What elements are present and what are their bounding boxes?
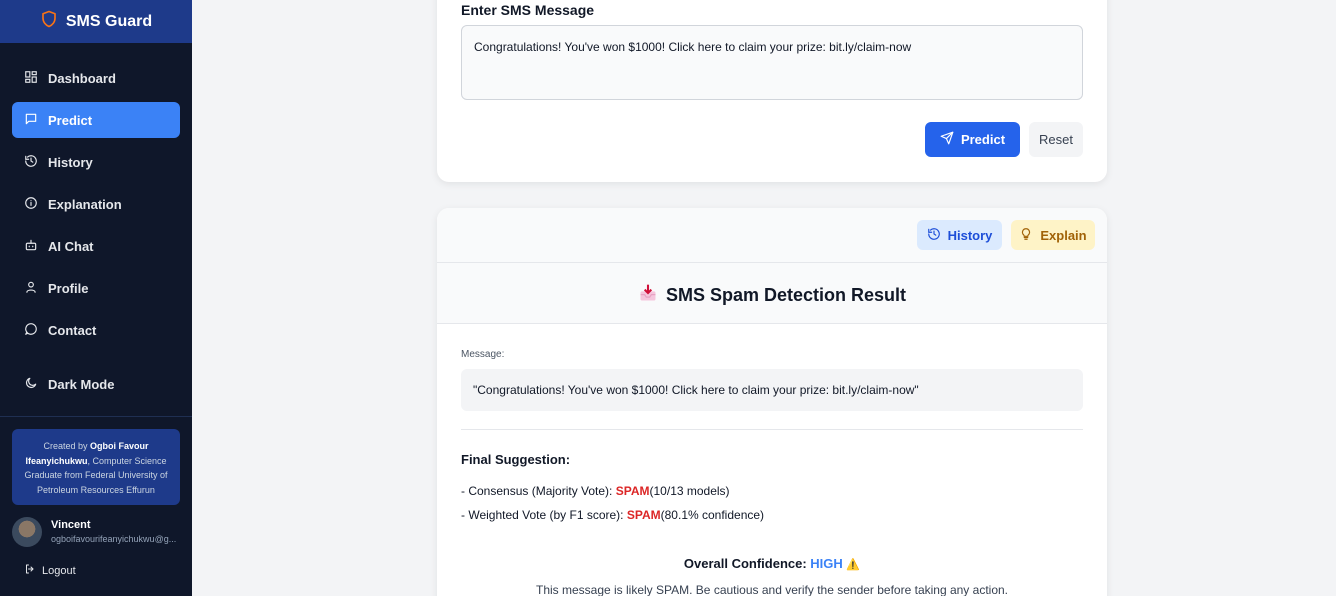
avatar: [12, 517, 42, 547]
message-label: Message:: [461, 349, 505, 360]
sms-message-input[interactable]: Congratulations! You've won $1000! Click…: [461, 25, 1083, 100]
lightbulb-icon: [1019, 227, 1033, 244]
send-icon: [940, 131, 954, 148]
reset-button[interactable]: Reset: [1029, 122, 1083, 157]
user-email: ogboifavourifeanyichukwu@g...: [51, 534, 177, 544]
predict-button[interactable]: Predict: [925, 122, 1020, 157]
dark-mode-label: Dark Mode: [48, 376, 115, 392]
sidebar-item-ai-chat[interactable]: AI Chat: [12, 228, 180, 264]
sidebar-item-label: Predict: [48, 112, 93, 128]
history-icon: [24, 154, 38, 171]
consensus-prefix: - Consensus (Majority Vote):: [461, 484, 616, 498]
history-label: History: [947, 227, 993, 243]
user-profile[interactable]: Vincent ogboifavourifeanyichukwu@g...: [12, 517, 188, 547]
sidebar-item-label: Profile: [48, 280, 89, 296]
explain-button[interactable]: Explain: [1011, 220, 1095, 250]
credit-box: Created by Ogboi Favour Ifeanyichukwu, C…: [12, 429, 180, 505]
info-icon: [24, 196, 38, 213]
result-header: History Explain SMS Spam Detection Resul…: [437, 208, 1107, 324]
overall-confidence: Overall Confidence: HIGH ⚠️: [437, 556, 1107, 571]
user-name: Vincent: [51, 519, 91, 531]
sidebar-item-history[interactable]: History: [12, 144, 180, 180]
chat-bubble-icon: [24, 322, 38, 339]
credit-prefix: Created by: [43, 441, 88, 451]
header-divider: [437, 262, 1107, 263]
message-icon: [24, 112, 38, 129]
sidebar-item-label: AI Chat: [48, 238, 94, 254]
sidebar-divider: [0, 416, 192, 417]
sidebar-item-predict[interactable]: Predict: [12, 102, 180, 138]
sms-input-card: Enter SMS Message Congratulations! You'v…: [437, 0, 1107, 182]
moon-icon: [24, 376, 38, 393]
sidebar-item-dashboard[interactable]: Dashboard: [12, 60, 180, 96]
sidebar-nav: Dashboard Predict History Explanation AI…: [0, 43, 192, 402]
history-icon: [927, 227, 941, 244]
dark-mode-toggle[interactable]: Dark Mode: [12, 366, 180, 402]
sms-field-label: Enter SMS Message: [461, 2, 595, 18]
consensus-label: SPAM: [615, 484, 650, 498]
final-suggestion-title: Final Suggestion:: [461, 452, 571, 467]
advice-text: This message is likely SPAM. Be cautious…: [535, 583, 1008, 596]
history-button[interactable]: History: [917, 220, 1002, 250]
sidebar-item-contact[interactable]: Contact: [12, 312, 180, 348]
section-divider: [461, 429, 1083, 430]
weighted-label: SPAM: [626, 508, 661, 522]
weighted-prefix: - Weighted Vote (by F1 score):: [461, 508, 627, 522]
result-title-text: SMS Spam Detection Result: [665, 285, 907, 305]
consensus-vote: - Consensus (Majority Vote): SPAM(10/13 …: [461, 484, 730, 498]
logout-button[interactable]: Logout: [24, 563, 76, 578]
bot-icon: [24, 238, 38, 255]
logout-label: Logout: [42, 564, 76, 577]
predict-label: Predict: [960, 132, 1006, 147]
dashboard-icon: [24, 70, 38, 87]
result-title: SMS Spam Detection Result: [437, 283, 1107, 308]
user-icon: [24, 280, 38, 297]
overall-prefix: Overall Confidence:: [683, 556, 811, 571]
overall-level: HIGH: [810, 556, 843, 571]
result-card: History Explain SMS Spam Detection Resul…: [437, 208, 1107, 596]
sidebar: SMS Guard Dashboard Predict History Expl…: [0, 0, 192, 596]
sidebar-item-profile[interactable]: Profile: [12, 270, 180, 306]
consensus-detail: (10/13 models): [649, 484, 730, 498]
logout-icon: [24, 563, 36, 578]
sidebar-item-label: History: [48, 154, 93, 170]
weighted-detail: (80.1% confidence): [660, 508, 765, 522]
explain-label: Explain: [1040, 227, 1087, 243]
warning-icon: ⚠️: [846, 559, 861, 571]
sidebar-item-label: Explanation: [48, 196, 122, 212]
inbox-icon: [638, 283, 658, 308]
brand-name: SMS Guard: [65, 12, 153, 30]
weighted-vote: - Weighted Vote (by F1 score): SPAM(80.1…: [461, 508, 764, 522]
brand[interactable]: SMS Guard: [0, 0, 192, 43]
sidebar-item-explanation[interactable]: Explanation: [12, 186, 180, 222]
message-display: "Congratulations! You've won $1000! Clic…: [461, 369, 1083, 411]
sidebar-item-label: Dashboard: [48, 70, 116, 86]
shield-icon: [40, 10, 58, 33]
sidebar-item-label: Contact: [48, 322, 97, 338]
